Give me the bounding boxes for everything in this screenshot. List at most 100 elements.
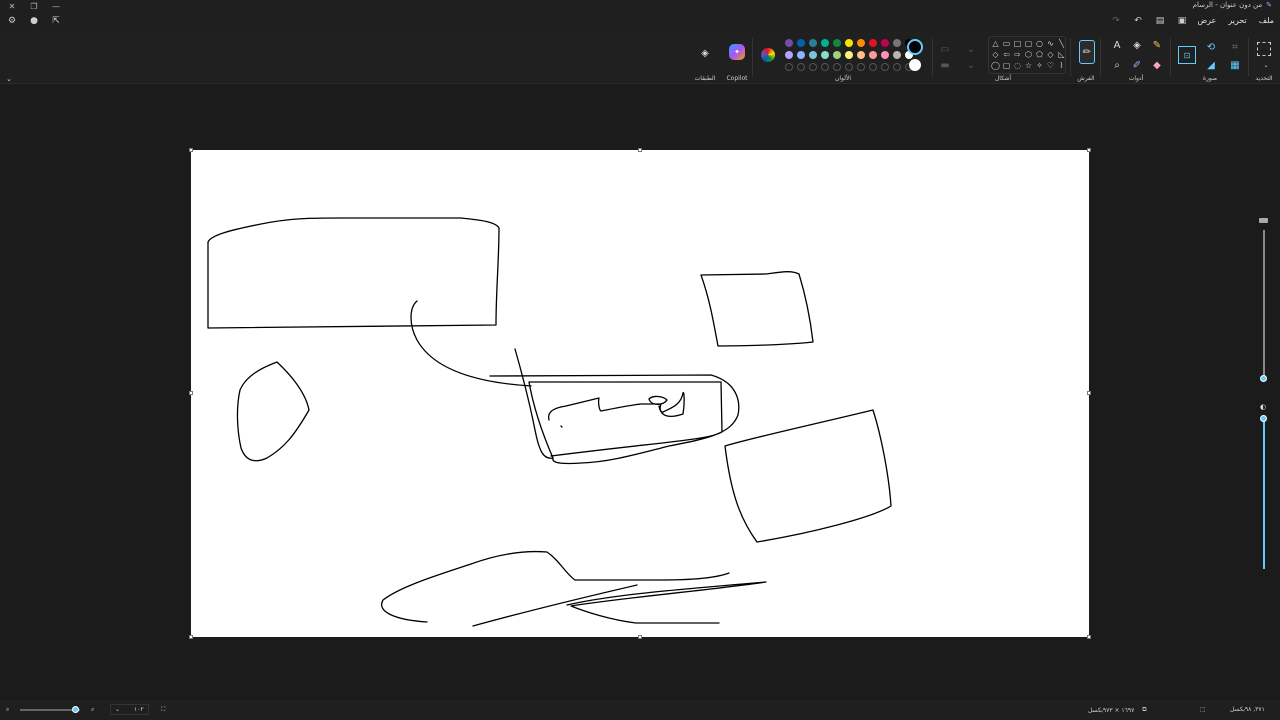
rectangle2-shape-icon[interactable]: ▢ (1024, 39, 1033, 48)
menu-file[interactable]: ملف (1259, 16, 1274, 25)
menu-view[interactable]: عرض (1197, 16, 1216, 25)
color-swatch[interactable] (881, 51, 889, 59)
custom-color-slot[interactable] (893, 63, 901, 71)
star-shape-icon[interactable]: ☆ (1024, 61, 1033, 70)
resize-handle-br[interactable] (1087, 635, 1091, 639)
hexagon-shape-icon[interactable]: ⬡ (1024, 50, 1033, 59)
custom-color-slot[interactable] (821, 63, 829, 71)
color-swatch[interactable] (821, 39, 829, 47)
image-select-icon[interactable]: ⊡ (1178, 46, 1196, 64)
color-swatch[interactable] (833, 51, 841, 59)
rotate-icon[interactable]: ⟲ (1204, 40, 1218, 54)
brush-icon[interactable]: ✏ (1079, 40, 1095, 64)
share-icon[interactable]: ⇱ (50, 15, 62, 27)
brush-size-slider[interactable] (1259, 218, 1268, 382)
shape-outline-dropdown-icon[interactable]: ⌄ (964, 42, 978, 56)
crop-icon[interactable]: ⌗ (1228, 40, 1242, 54)
copilot-icon[interactable]: ✦ (729, 44, 745, 60)
custom-color-slot[interactable] (785, 63, 793, 71)
zoom-dropdown[interactable]: ⌄ ١٠٢ (110, 704, 149, 715)
shape-fill-dropdown-icon[interactable]: ⌄ (964, 58, 978, 72)
zoom-slider-knob[interactable] (72, 706, 79, 713)
minimize-icon[interactable]: — (46, 0, 66, 12)
diamond2-shape-icon[interactable]: ◇ (1046, 50, 1055, 59)
resize-handle-l[interactable] (189, 391, 193, 395)
chevron-down-icon[interactable]: ⌄ (1259, 58, 1273, 72)
color-swatch[interactable] (893, 51, 901, 59)
color-swatch[interactable] (809, 39, 817, 47)
edit-colors-icon[interactable] (761, 48, 775, 62)
fill-icon[interactable]: ◈ (1130, 38, 1144, 52)
resize-icon[interactable]: ◢ (1204, 58, 1218, 72)
background-remove-icon[interactable]: ▦ (1228, 58, 1242, 72)
resize-handle-t[interactable] (638, 148, 642, 152)
color-swatch[interactable] (881, 39, 889, 47)
rectangle-shape-icon[interactable]: □ (1013, 39, 1022, 48)
resize-handle-b[interactable] (638, 635, 642, 639)
color-swatch[interactable] (821, 51, 829, 59)
custom-color-slot[interactable] (797, 63, 805, 71)
zoom-in-icon[interactable]: ⌕ (91, 706, 94, 714)
right-arrow-shape-icon[interactable]: ⇨ (1013, 50, 1022, 59)
ellipse-shape-icon[interactable]: ○ (1035, 39, 1044, 48)
color-swatch[interactable] (845, 39, 853, 47)
layers-icon[interactable]: ◈ (698, 46, 712, 60)
color-swatch[interactable] (893, 39, 901, 47)
custom-color-slot[interactable] (845, 63, 853, 71)
magnifier-icon[interactable]: ⌕ (1110, 58, 1124, 72)
open-icon[interactable]: ▤ (1154, 15, 1166, 27)
select-icon[interactable] (1257, 42, 1271, 56)
custom-color-slot[interactable] (881, 63, 889, 71)
color-picker-icon[interactable]: ✐ (1130, 58, 1144, 72)
custom-color-slot[interactable] (869, 63, 877, 71)
custom-color-slot[interactable] (857, 63, 865, 71)
color-swatch[interactable] (845, 51, 853, 59)
color-swatch[interactable] (869, 39, 877, 47)
zoom-slider[interactable] (20, 709, 80, 711)
line-shape-icon[interactable]: ╲ (1057, 39, 1066, 48)
pentagon-shape-icon[interactable]: ⬠ (1035, 50, 1044, 59)
triangle-shape-icon[interactable]: △ (991, 39, 1000, 48)
resize-handle-r[interactable] (1087, 391, 1091, 395)
color-swatch[interactable] (857, 51, 865, 59)
eraser-icon[interactable]: ◆ (1150, 58, 1164, 72)
secondary-color[interactable] (909, 59, 921, 71)
resize-handle-tl[interactable] (189, 148, 193, 152)
menu-edit[interactable]: تحرير (1228, 16, 1246, 25)
custom-color-slot[interactable] (833, 63, 841, 71)
color-swatch[interactable] (785, 51, 793, 59)
callout3-shape-icon[interactable]: ◌ (1013, 61, 1022, 70)
fit-to-window-icon[interactable]: ⛶ (161, 706, 165, 714)
rounded-rect-shape-icon[interactable]: ▭ (1002, 39, 1011, 48)
brush-size-knob[interactable] (1260, 375, 1267, 382)
opacity-knob[interactable] (1260, 415, 1267, 422)
primary-color[interactable] (907, 39, 923, 55)
color-swatch[interactable] (797, 39, 805, 47)
right-triangle-shape-icon[interactable]: ◺ (1057, 50, 1066, 59)
diamond-shape-icon[interactable]: ◇ (991, 50, 1000, 59)
lightning-shape-icon[interactable]: ⌇ (1057, 61, 1066, 70)
shape-fill-icon[interactable]: ▬ (938, 58, 952, 72)
undo-icon[interactable]: ↶ (1132, 15, 1144, 27)
curve-shape-icon[interactable]: ∿ (1046, 39, 1055, 48)
color-swatch[interactable] (869, 51, 877, 59)
shape-outline-icon[interactable]: ▭ (938, 42, 952, 56)
restore-icon[interactable]: ❐ (24, 0, 44, 12)
resize-handle-tr[interactable] (1087, 148, 1091, 152)
resize-handle-bl[interactable] (189, 635, 193, 639)
pencil-icon[interactable]: ✎ (1150, 38, 1164, 52)
custom-color-slot[interactable] (809, 63, 817, 71)
color-swatch[interactable] (809, 51, 817, 59)
save-icon[interactable]: ▣ (1176, 15, 1188, 27)
heart-shape-icon[interactable]: ♡ (1046, 61, 1055, 70)
left-arrow-shape-icon[interactable]: ⇦ (1002, 50, 1011, 59)
zoom-out-icon[interactable]: ⌕ (6, 706, 9, 714)
text-icon[interactable]: A (1110, 38, 1124, 52)
color-swatch[interactable] (833, 39, 841, 47)
ribbon-collapse-icon[interactable]: ⌄ (2, 72, 16, 86)
callout2-shape-icon[interactable]: ▢ (1002, 61, 1011, 70)
color-swatch[interactable] (857, 39, 865, 47)
settings-icon[interactable]: ⚙ (6, 15, 18, 27)
drawing-canvas[interactable] (189, 148, 1091, 639)
opacity-slider[interactable]: ◐ (1260, 403, 1267, 573)
